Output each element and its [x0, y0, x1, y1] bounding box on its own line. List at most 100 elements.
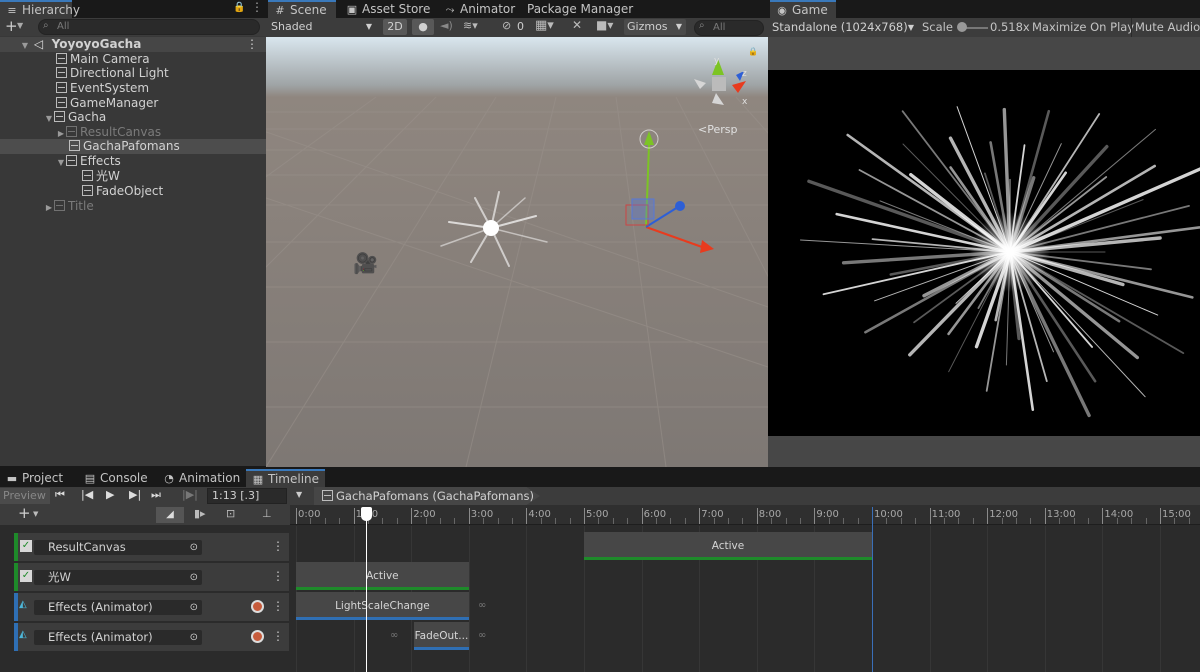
chevron-down-icon[interactable]: ▼	[17, 21, 23, 30]
track-name-field[interactable]: 光W ⊙	[34, 570, 202, 585]
track-enable-checkbox[interactable]: ✓	[20, 540, 32, 552]
timeline-clip[interactable]: LightScaleChange	[296, 592, 469, 620]
breadcrumb[interactable]: GachaPafomans (GachaPafomans)	[314, 487, 540, 505]
tab-animator[interactable]: ⤳ Animator	[438, 0, 521, 18]
scene-root-row[interactable]: ▼ ◁ YoyoyoGacha ⋮	[0, 37, 266, 52]
hierarchy-item-gacha[interactable]: ▼ Gacha	[0, 110, 266, 125]
ruler-major-tick	[814, 508, 816, 524]
track-name-field[interactable]: Effects (Animator) ⊙	[34, 600, 202, 615]
timeline-clip[interactable]: Active	[584, 532, 872, 560]
shading-mode-dropdown[interactable]: Shaded ▼	[268, 19, 376, 35]
time-field[interactable]: 1:13 [.3]	[207, 488, 287, 504]
fold-open-icon[interactable]: ▼	[20, 38, 30, 53]
play-icon[interactable]: ▶	[106, 488, 114, 501]
hierarchy-item-effects[interactable]: ▼ Effects	[0, 154, 266, 169]
track-header-effects-animator-2[interactable]: ◭ Effects (Animator) ⊙ ⋮	[14, 623, 289, 651]
tab-scene[interactable]: # Scene	[268, 0, 336, 18]
scene-viewport[interactable]: 🎥 y z x <Persp 🔒	[266, 37, 768, 467]
transform-gizmo[interactable]	[596, 127, 716, 267]
object-picker-icon[interactable]: ⊙	[190, 630, 198, 645]
maximize-on-play-toggle[interactable]: Maximize On Play	[1029, 18, 1134, 37]
prev-frame-icon[interactable]: |◀	[81, 488, 93, 501]
tab-project[interactable]: ▬ Project	[0, 469, 69, 487]
goto-end-icon[interactable]: ⏭	[151, 488, 161, 502]
timeline-clip[interactable]: FadeOut...	[414, 622, 469, 650]
tab-timeline[interactable]: ▦ Timeline	[246, 469, 326, 487]
tab-console[interactable]: ▤ Console	[78, 469, 154, 487]
edit-mode-ripple-button[interactable]: ◢	[156, 507, 184, 523]
object-picker-icon[interactable]: ⊙	[190, 570, 198, 585]
hierarchy-item-gamemanager[interactable]: GameManager	[0, 96, 266, 111]
object-picker-icon[interactable]: ⊙	[190, 540, 198, 555]
hierarchy-item-main-camera[interactable]: Main Camera	[0, 52, 266, 67]
timeline-clip[interactable]: Active	[296, 562, 469, 590]
track-menu-icon[interactable]: ⋮	[272, 599, 284, 613]
hierarchy-item-directional-light[interactable]: Directional Light	[0, 66, 266, 81]
tab-animation[interactable]: ◔ Animation	[157, 469, 246, 487]
fold-closed-icon[interactable]: ▶	[44, 200, 54, 215]
track-header-resultcanvas[interactable]: ✓ ResultCanvas ⊙ ⋮	[14, 533, 289, 561]
tab-package-manager[interactable]: Package Manager	[521, 0, 639, 18]
lighting-toggle[interactable]: ●	[412, 19, 434, 35]
snap-icon[interactable]: ▮▸	[194, 507, 206, 520]
playhead[interactable]	[366, 507, 368, 672]
menu-dots-icon[interactable]: ⋮	[251, 0, 263, 14]
effects-icon[interactable]: ≋▾	[463, 19, 478, 32]
hierarchy-item-title[interactable]: ▶ Title	[0, 199, 266, 214]
track-menu-icon[interactable]: ⋮	[272, 629, 284, 643]
hierarchy-item-eventsystem[interactable]: EventSystem	[0, 81, 266, 96]
fold-open-icon[interactable]: ▼	[44, 111, 54, 126]
pin-icon[interactable]: ⊥	[262, 507, 272, 520]
hierarchy-item-resultcanvas[interactable]: ▶ ResultCanvas	[0, 125, 266, 140]
scale-slider-thumb[interactable]	[957, 22, 967, 32]
game-burst-effect	[800, 106, 1200, 418]
tab-asset-store[interactable]: ▣ Asset Store	[340, 0, 436, 18]
display-resolution-dropdown[interactable]: Standalone (1024x768) ▼	[772, 20, 916, 34]
track-name-field[interactable]: ResultCanvas ⊙	[34, 540, 202, 555]
hierarchy-item-fadeobject[interactable]: FadeObject	[0, 184, 266, 199]
chevron-down-icon[interactable]: ▼	[33, 510, 38, 518]
timeline-end-marker[interactable]	[872, 507, 873, 672]
record-button[interactable]	[251, 600, 264, 613]
track-enable-checkbox[interactable]: ✓	[20, 570, 32, 582]
hidden-objects-icon[interactable]: ⊘	[502, 19, 511, 32]
track-name-field[interactable]: Effects (Animator) ⊙	[34, 630, 202, 645]
track-menu-icon[interactable]: ⋮	[272, 569, 284, 583]
timeline-selector-dropdown[interactable]: ▼	[296, 490, 302, 499]
tab-game[interactable]: ◉ Game	[770, 0, 836, 18]
mute-audio-toggle[interactable]: Mute Audio	[1131, 18, 1200, 37]
object-picker-icon[interactable]: ⊙	[190, 600, 198, 615]
camera-settings-icon[interactable]: ■▾	[596, 18, 613, 32]
hierarchy-search-input[interactable]: All	[38, 19, 260, 35]
track-header-light-w[interactable]: ✓ 光W ⊙ ⋮	[14, 563, 289, 591]
2d-toggle[interactable]: 2D	[383, 19, 407, 35]
camera-gizmo-icon[interactable]: 🎥	[353, 251, 378, 275]
track-menu-icon[interactable]: ⋮	[272, 539, 284, 553]
audio-icon[interactable]: ◄)	[440, 19, 453, 32]
tab-hierarchy[interactable]: ≡ Hierarchy	[0, 0, 80, 18]
hierarchy-item-light-w[interactable]: 光W	[0, 169, 266, 184]
ruler-minor-tick	[1116, 518, 1118, 524]
fold-open-icon[interactable]: ▼	[56, 155, 66, 170]
add-button[interactable]: +	[5, 17, 18, 35]
preview-button[interactable]: Preview	[0, 488, 50, 504]
key-icon[interactable]: ⊡	[226, 507, 235, 520]
game-render[interactable]	[768, 70, 1200, 436]
lock-icon[interactable]: 🔒	[233, 2, 245, 13]
search-icon: ⌕	[43, 20, 49, 31]
goto-start-icon[interactable]: ⏮	[55, 488, 65, 502]
persp-label[interactable]: <Persp	[698, 123, 737, 136]
ruler-minor-tick	[612, 518, 614, 524]
playhead-handle[interactable]	[361, 507, 373, 521]
track-header-effects-animator-1[interactable]: ◭ Effects (Animator) ⊙ ⋮	[14, 593, 289, 621]
tools-icon[interactable]: ✕	[572, 18, 582, 32]
grid-snap-icon[interactable]: ▦▾	[535, 18, 554, 33]
play-range-icon[interactable]: |▶|	[182, 488, 198, 501]
lock-icon[interactable]: 🔒	[748, 47, 758, 56]
next-frame-icon[interactable]: ▶|	[129, 488, 141, 501]
record-button[interactable]	[251, 630, 264, 643]
scene-menu-icon[interactable]: ⋮	[246, 37, 258, 52]
add-track-button[interactable]: +	[18, 504, 31, 522]
gizmos-dropdown[interactable]: Gizmos ▼	[624, 19, 686, 35]
hierarchy-item-gachapafomans[interactable]: GachaPafomans	[0, 139, 266, 154]
